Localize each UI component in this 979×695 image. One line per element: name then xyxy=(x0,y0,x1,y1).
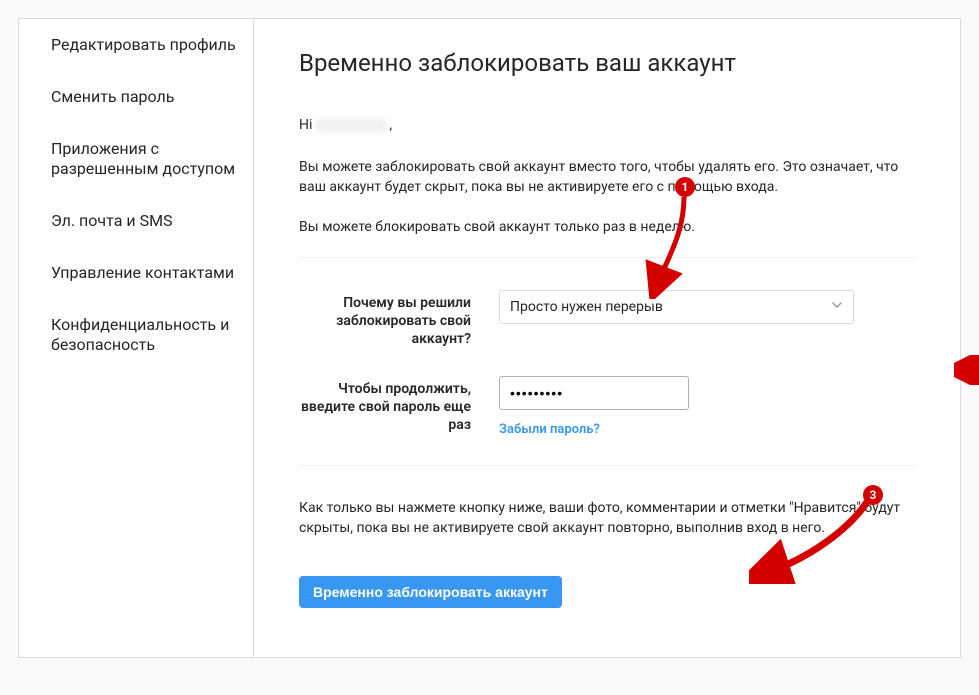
forgot-password-link[interactable]: Забыли пароль? xyxy=(499,422,600,437)
sidebar-item-email-sms[interactable]: Эл. почта и SMS xyxy=(19,195,253,247)
sidebar-item-label: Эл. почта и SMS xyxy=(51,211,173,230)
greeting-suffix: , xyxy=(386,117,392,133)
password-control: Забыли пароль? xyxy=(499,376,854,437)
greeting-text: Hi , xyxy=(299,117,915,133)
reason-selected-value: Просто нужен перерыв xyxy=(510,299,663,315)
footer-paragraph: Как только вы нажмете кнопку ниже, ваши … xyxy=(299,498,915,538)
main-content: Временно заблокировать ваш аккаунт Hi , … xyxy=(254,19,960,657)
password-label: Чтобы продолжить, введите свой пароль ещ… xyxy=(299,376,499,434)
disable-form: Почему вы решили заблокировать свой акка… xyxy=(299,257,915,466)
password-input[interactable] xyxy=(499,376,689,410)
submit-label: Временно заблокировать аккаунт xyxy=(313,584,548,600)
sidebar-item-change-password[interactable]: Сменить пароль xyxy=(19,71,253,123)
sidebar-item-label: Сменить пароль xyxy=(51,87,174,106)
reason-select[interactable]: Просто нужен перерыв xyxy=(499,290,854,324)
sidebar-item-label: Редактировать профиль xyxy=(51,35,236,54)
reason-control: Просто нужен перерыв xyxy=(499,290,854,324)
sidebar-item-authorized-apps[interactable]: Приложения с разрешенным доступом xyxy=(19,123,253,195)
reason-label: Почему вы решили заблокировать свой акка… xyxy=(299,290,499,348)
page-title: Временно заблокировать ваш аккаунт xyxy=(299,49,915,77)
sidebar-item-edit-profile[interactable]: Редактировать профиль xyxy=(19,19,253,71)
chevron-down-icon xyxy=(831,299,843,315)
settings-sidebar: Редактировать профиль Сменить пароль При… xyxy=(19,19,254,657)
sidebar-item-label: Управление контактами xyxy=(51,263,234,282)
sidebar-item-label: Приложения с разрешенным доступом xyxy=(51,139,235,178)
sidebar-item-manage-contacts[interactable]: Управление контактами xyxy=(19,247,253,299)
settings-container: Редактировать профиль Сменить пароль При… xyxy=(18,18,961,658)
greeting-username-redacted xyxy=(316,119,386,131)
intro-paragraph-2: Вы можете блокировать свой аккаунт тольк… xyxy=(299,217,915,237)
disable-account-button[interactable]: Временно заблокировать аккаунт xyxy=(299,576,562,608)
sidebar-item-privacy-security[interactable]: Конфиденциальность и безопасность xyxy=(19,299,253,371)
intro-paragraph-1: Вы можете заблокировать свой аккаунт вме… xyxy=(299,157,915,197)
password-row: Чтобы продолжить, введите свой пароль ещ… xyxy=(299,376,915,437)
annotation-arrow-2 xyxy=(954,355,979,389)
greeting-prefix: Hi xyxy=(299,117,316,133)
sidebar-item-label: Конфиденциальность и безопасность xyxy=(51,315,229,354)
reason-row: Почему вы решили заблокировать свой акка… xyxy=(299,290,915,348)
